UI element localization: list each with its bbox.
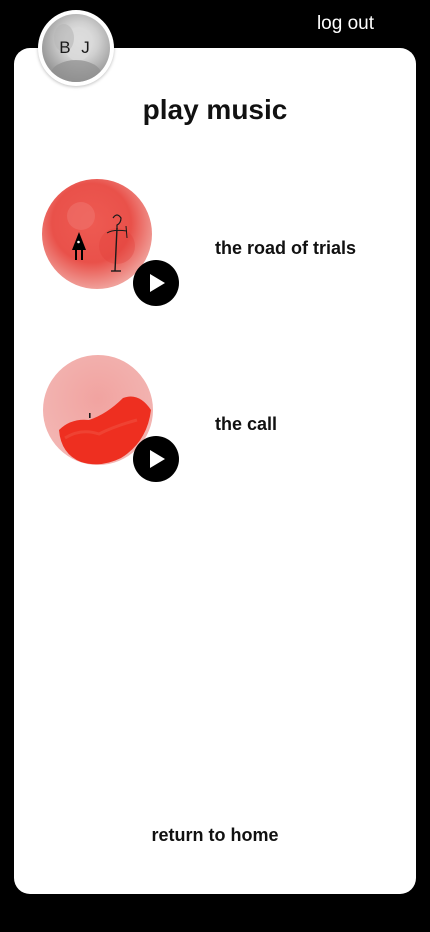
avatar[interactable]: B J (38, 10, 114, 86)
return-home-link[interactable]: return to home (14, 824, 416, 846)
track-title[interactable]: the road of trials (215, 237, 356, 259)
logout-button[interactable]: log out (317, 13, 374, 35)
page-title: play music (142, 94, 288, 125)
play-button[interactable] (133, 436, 179, 482)
play-button[interactable] (133, 260, 179, 306)
main-card: play music the road of trials the call r… (14, 48, 416, 894)
track-item: the call (14, 354, 416, 484)
avatar-initials: B J (59, 38, 93, 57)
play-icon (150, 274, 165, 292)
track-title[interactable]: the call (215, 413, 277, 435)
track-item: the road of trials (14, 178, 416, 308)
avatar-photo: B J (42, 14, 110, 82)
play-icon (150, 450, 165, 468)
